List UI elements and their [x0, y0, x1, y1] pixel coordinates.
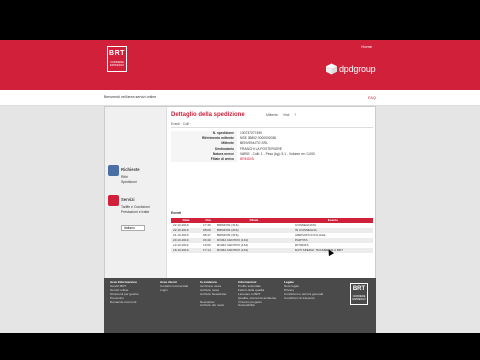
- footer-link[interactable]: Domande ricorrenti: [110, 300, 139, 305]
- sidebar-title: Richieste: [121, 167, 140, 172]
- footer-logo-subtext: CORRIERE ESPRESSO: [352, 295, 366, 301]
- footer-link[interactable]: Condizioni di trasporto: [284, 296, 323, 301]
- footer-column: Area clienti Contatti commerciali Login: [160, 280, 188, 293]
- tab-bar: Mittente Visti ?: [266, 113, 300, 117]
- content-panel: Richieste Ritiri Spedizioni Servizi Tari…: [104, 106, 376, 285]
- tab-help[interactable]: ?: [294, 113, 296, 117]
- brt-logo[interactable]: BRT CORRIERE ESPRESSO: [107, 46, 127, 72]
- footer-column: In evidenza Iscrizione news Archivio news A…: [200, 280, 226, 308]
- sidebar-link-prestazioni[interactable]: Prestazioni e tratte: [121, 210, 149, 214]
- footer-link[interactable]: Archivio dei news: [200, 304, 226, 308]
- detail-label: Filiale di arrivo: [171, 156, 237, 163]
- table-cell: 18.10.2019: [171, 248, 201, 253]
- footer-column: Informazioni Profilo aziendale Fattori del…: [238, 280, 276, 308]
- footer-brt-logo: BRT CORRIERE ESPRESSO: [350, 283, 368, 305]
- footer-logo-text: BRT: [352, 286, 366, 292]
- box-icon: [108, 195, 119, 206]
- navigation-bar: [0, 90, 480, 106]
- tab-visti[interactable]: Visti: [283, 113, 289, 117]
- language-select[interactable]: Italiano: [121, 225, 145, 231]
- site-header: Home BRT CORRIERE ESPRESSO dpdgroup: [0, 40, 480, 90]
- faq-link[interactable]: FAQ: [368, 95, 376, 100]
- welcome-text: Benvenuti nell'area servizi online: [104, 95, 157, 99]
- main-area: Dettaglio della spedizione Mittente Vist…: [169, 109, 375, 283]
- sidebar-link-spedizioni[interactable]: Spedizioni: [121, 180, 137, 184]
- brt-logo-text: BRT: [109, 50, 125, 57]
- footer-link[interactable]: Login: [160, 288, 188, 293]
- shipment-details: N. spedizione 130737077490 Riferimento mit…: [171, 131, 373, 163]
- footer-link[interactable]: Sostenibilità: [238, 304, 276, 308]
- sidebar-link-ritiri[interactable]: Ritiri: [121, 175, 128, 179]
- sidebar: Richieste Ritiri Spedizioni Servizi Tari…: [105, 107, 167, 285]
- site-footer: Area Informazione Servizi BRT Servizi onli…: [104, 278, 376, 333]
- home-link[interactable]: Home: [361, 44, 372, 49]
- sub-tabs[interactable]: Eventi · Colli ·: [171, 122, 373, 128]
- footer-column: Area Informazione Servizi BRT Servizi onli…: [110, 280, 139, 305]
- dpd-cube-icon: [326, 63, 337, 75]
- sidebar-title: Servizi: [121, 197, 135, 202]
- table-row: 18.10.2019 17:14 ROMA CENTRO (134) DATI SPE…: [171, 248, 373, 253]
- dpd-logo[interactable]: dpdgroup: [326, 62, 376, 76]
- tab-mittente[interactable]: Mittente: [266, 113, 278, 117]
- events-heading: Eventi: [171, 211, 182, 215]
- footer-column: Legale Note legali Privacy Condizioni e ter…: [284, 280, 323, 301]
- table-cell: ROMA CENTRO (134): [215, 248, 293, 253]
- footer-link[interactable]: Archivio Newsletter: [200, 292, 226, 297]
- table-cell: 17:14: [201, 248, 215, 253]
- brt-logo-subtext: CORRIERE ESPRESSO: [109, 61, 125, 67]
- detail-row: Filiale di arrivo BRINDISI: [171, 156, 373, 163]
- page-title: Dettaglio della spedizione: [171, 112, 245, 118]
- video-frame: Home BRT CORRIERE ESPRESSO dpdgroup Benv…: [0, 0, 480, 360]
- browser-viewport: Home BRT CORRIERE ESPRESSO dpdgroup Benv…: [0, 40, 480, 333]
- detail-value: BRINDISI: [240, 156, 255, 161]
- globe-icon: [108, 165, 119, 176]
- events-table: Data Ora Filiale Evento 22.10.2019 17:46 B…: [171, 218, 373, 253]
- dpd-logo-text: dpdgroup: [339, 64, 376, 74]
- events-body: 22.10.2019 17:46 BRINDISI (316) CONSEGNATA 2…: [171, 223, 373, 253]
- sidebar-link-tariffe[interactable]: Tariffe e Condizioni: [121, 205, 150, 209]
